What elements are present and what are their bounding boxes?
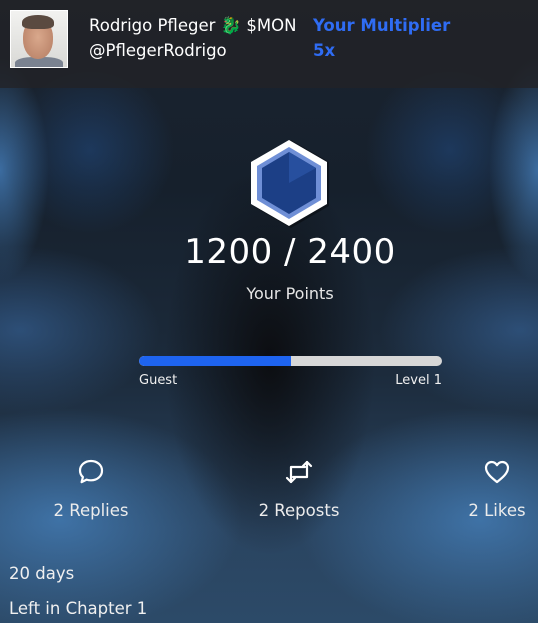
progress-start-label: Guest bbox=[139, 373, 178, 388]
points-value: 1200 / 2400 bbox=[184, 232, 396, 272]
speech-bubble-icon bbox=[78, 459, 104, 484]
days-remaining: 20 days bbox=[9, 564, 75, 583]
progress-end-label: Level 1 bbox=[395, 373, 442, 388]
heart-icon bbox=[484, 460, 510, 484]
avatar[interactable] bbox=[10, 10, 68, 68]
likes-stat[interactable]: 2 Likes bbox=[422, 458, 538, 522]
multiplier-value: 5x bbox=[313, 41, 336, 60]
reposts-count: 2 Reposts bbox=[258, 501, 340, 520]
reposts-stat[interactable]: 2 Reposts bbox=[224, 458, 374, 522]
likes-count: 2 Likes bbox=[468, 501, 526, 520]
user-handle[interactable]: @PflegerRodrigo bbox=[89, 40, 227, 62]
level-progress-bar bbox=[139, 356, 442, 366]
points-label: Your Points bbox=[246, 284, 334, 303]
background-image bbox=[0, 0, 538, 623]
multiplier-label: Your Multiplier bbox=[313, 16, 451, 35]
progress-fill bbox=[139, 356, 291, 366]
profile-header: Rodrigo Pfleger 🐉 $MON @PflegerRodrigo Y… bbox=[0, 0, 538, 88]
replies-count: 2 Replies bbox=[53, 501, 129, 520]
replies-stat[interactable]: 2 Replies bbox=[16, 458, 166, 522]
repost-arrows-icon bbox=[285, 460, 313, 484]
chapter-label: Left in Chapter 1 bbox=[9, 599, 148, 618]
user-display-name[interactable]: Rodrigo Pfleger 🐉 $MON bbox=[89, 15, 296, 37]
hexagon-badge-icon bbox=[247, 138, 333, 228]
